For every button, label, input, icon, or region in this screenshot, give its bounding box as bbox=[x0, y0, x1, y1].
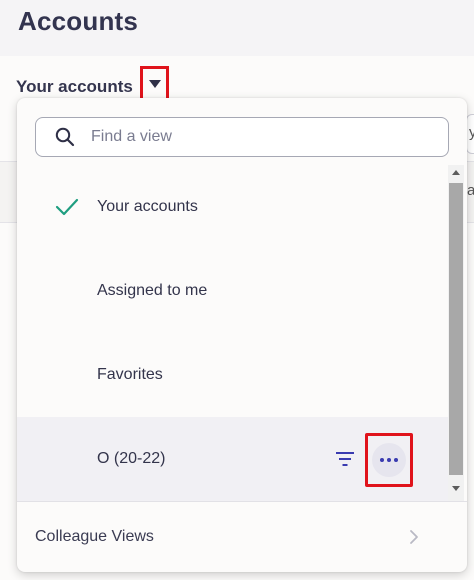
view-selector[interactable]: Your accounts bbox=[16, 74, 133, 100]
more-options-button[interactable] bbox=[365, 433, 413, 487]
background-text: a bbox=[467, 182, 474, 199]
view-item-label: Your accounts bbox=[97, 198, 198, 215]
view-item-favorites[interactable]: Favorites bbox=[17, 333, 448, 417]
view-dropdown-toggle[interactable] bbox=[140, 66, 169, 102]
view-item-o-20-22[interactable]: O (20-22) bbox=[17, 417, 448, 501]
page-title: Accounts bbox=[18, 6, 139, 36]
scrollbar[interactable] bbox=[448, 165, 464, 501]
search-input[interactable] bbox=[91, 118, 441, 156]
view-dropdown-panel: Your accounts Assigned to me Favorites O… bbox=[17, 98, 467, 572]
colleague-views-row[interactable]: Colleague Views bbox=[17, 501, 467, 572]
scroll-down-arrow-icon[interactable] bbox=[452, 486, 460, 491]
view-item-label: Favorites bbox=[97, 366, 163, 383]
view-selector-label: Your accounts bbox=[16, 77, 133, 96]
more-horizontal-icon bbox=[372, 443, 406, 477]
view-item-your-accounts[interactable]: Your accounts bbox=[17, 165, 448, 249]
filter-icon[interactable] bbox=[335, 451, 355, 467]
scroll-thumb[interactable] bbox=[449, 183, 463, 475]
view-item-label: Assigned to me bbox=[97, 282, 208, 299]
search-icon bbox=[55, 127, 75, 147]
caret-down-icon bbox=[148, 80, 161, 88]
chevron-right-icon bbox=[410, 530, 418, 544]
search-field[interactable] bbox=[35, 117, 449, 157]
view-item-assigned-to-me[interactable]: Assigned to me bbox=[17, 249, 448, 333]
scroll-up-arrow-icon[interactable] bbox=[452, 170, 460, 175]
views-list: Your accounts Assigned to me Favorites O… bbox=[17, 165, 448, 501]
view-item-label: O (20-22) bbox=[97, 450, 166, 467]
check-icon bbox=[55, 198, 79, 216]
colleague-views-label: Colleague Views bbox=[35, 528, 154, 545]
background-text: y bbox=[469, 124, 474, 141]
